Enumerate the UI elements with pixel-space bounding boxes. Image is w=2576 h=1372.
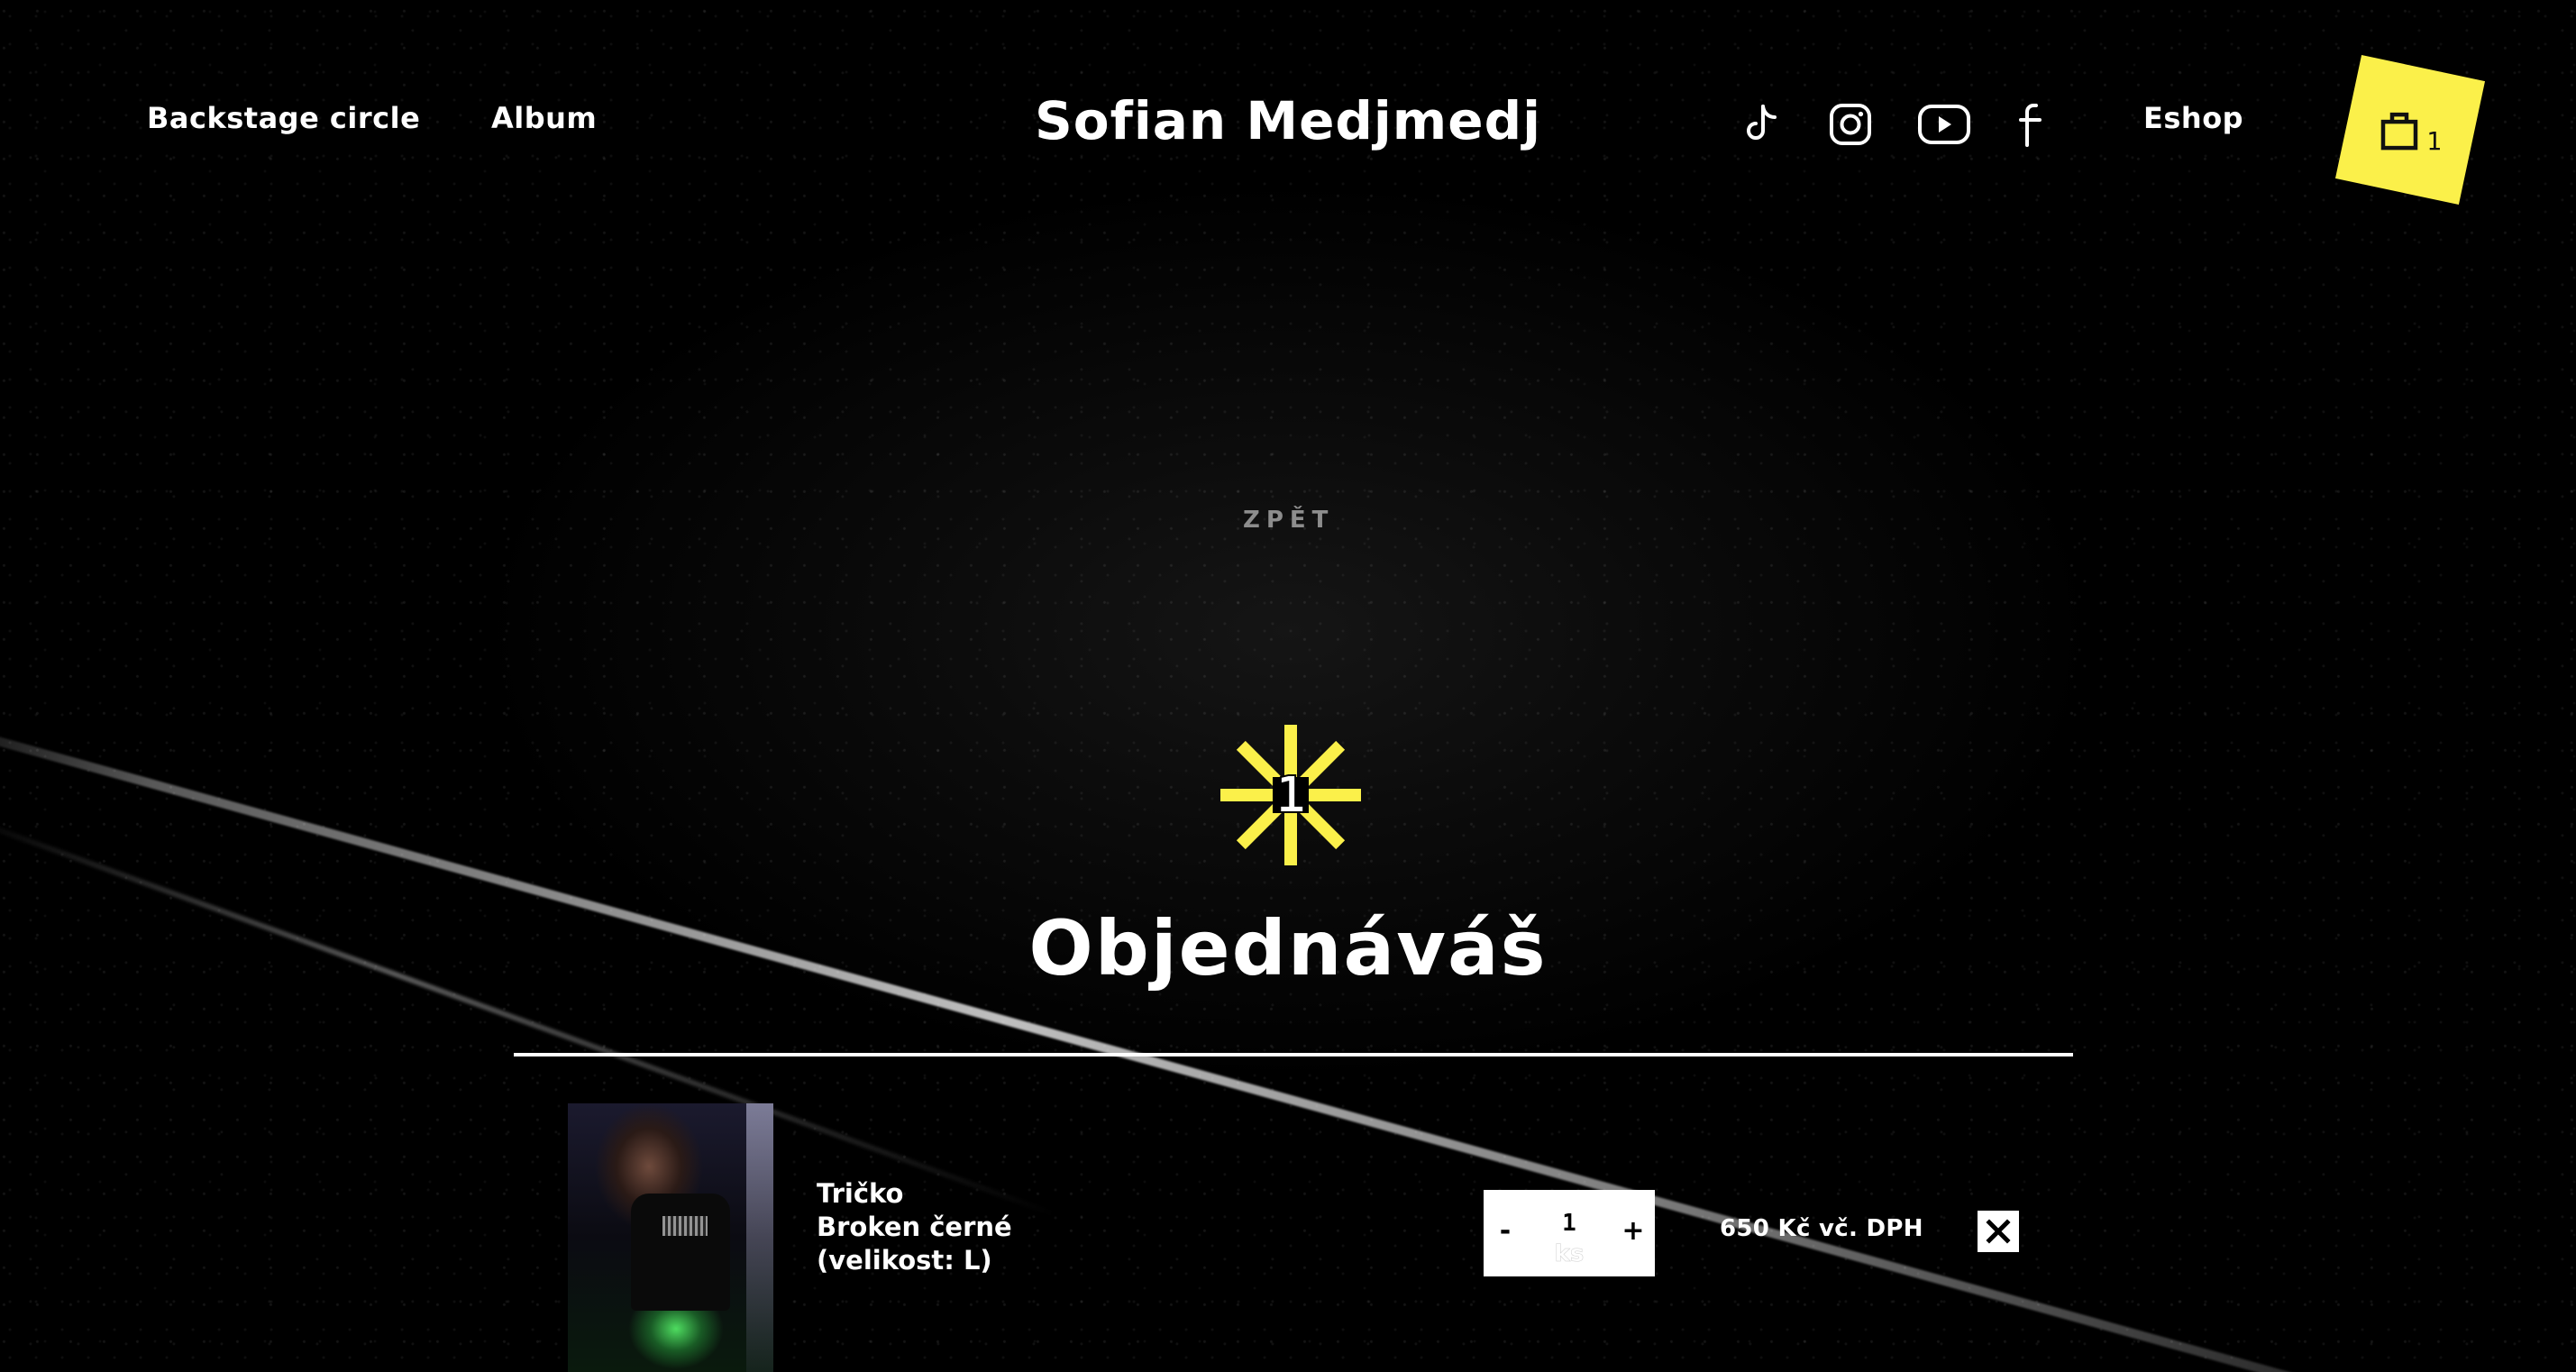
- nav-link-eshop[interactable]: Eshop: [2143, 101, 2243, 135]
- background-texture: [0, 0, 2576, 1372]
- page-title: Objednáváš: [1028, 904, 1548, 992]
- quantity-unit: ks: [1554, 1240, 1585, 1268]
- nav-link-backstage-circle[interactable]: Backstage circle: [147, 101, 420, 135]
- product-name: Tričko Broken černé (velikost: L): [817, 1178, 1012, 1276]
- back-link[interactable]: ZPĚT: [1243, 507, 1334, 534]
- product-image: [568, 1103, 773, 1372]
- quantity-stepper[interactable]: - 1 + ks: [1484, 1190, 1655, 1276]
- product-image-light: [746, 1103, 773, 1372]
- page: Backstage circle Album Sofian Medjmedj E…: [0, 0, 2576, 1372]
- instagram-icon[interactable]: [1825, 99, 1876, 150]
- youtube-icon[interactable]: [1915, 99, 1973, 150]
- divider: [514, 1053, 2073, 1056]
- product-image-print: [662, 1216, 708, 1236]
- step-number: 1: [1274, 765, 1307, 826]
- tiktok-icon[interactable]: [1734, 99, 1785, 150]
- facebook-icon[interactable]: [2006, 99, 2057, 150]
- cart-count: 1: [2425, 125, 2442, 156]
- step-badge: 1: [1217, 721, 1365, 869]
- shopping-bag-icon: [2380, 112, 2417, 151]
- nav-link-album[interactable]: Album: [491, 101, 597, 135]
- close-icon: [1986, 1219, 2011, 1244]
- cart-button[interactable]: 1: [2334, 54, 2486, 206]
- remove-item-button[interactable]: [1978, 1211, 2019, 1252]
- product-image-shirt: [631, 1194, 730, 1311]
- product-price: 650 Kč vč. DPH: [1720, 1215, 1923, 1242]
- brand-logo[interactable]: Sofian Medjmedj: [1035, 90, 1541, 151]
